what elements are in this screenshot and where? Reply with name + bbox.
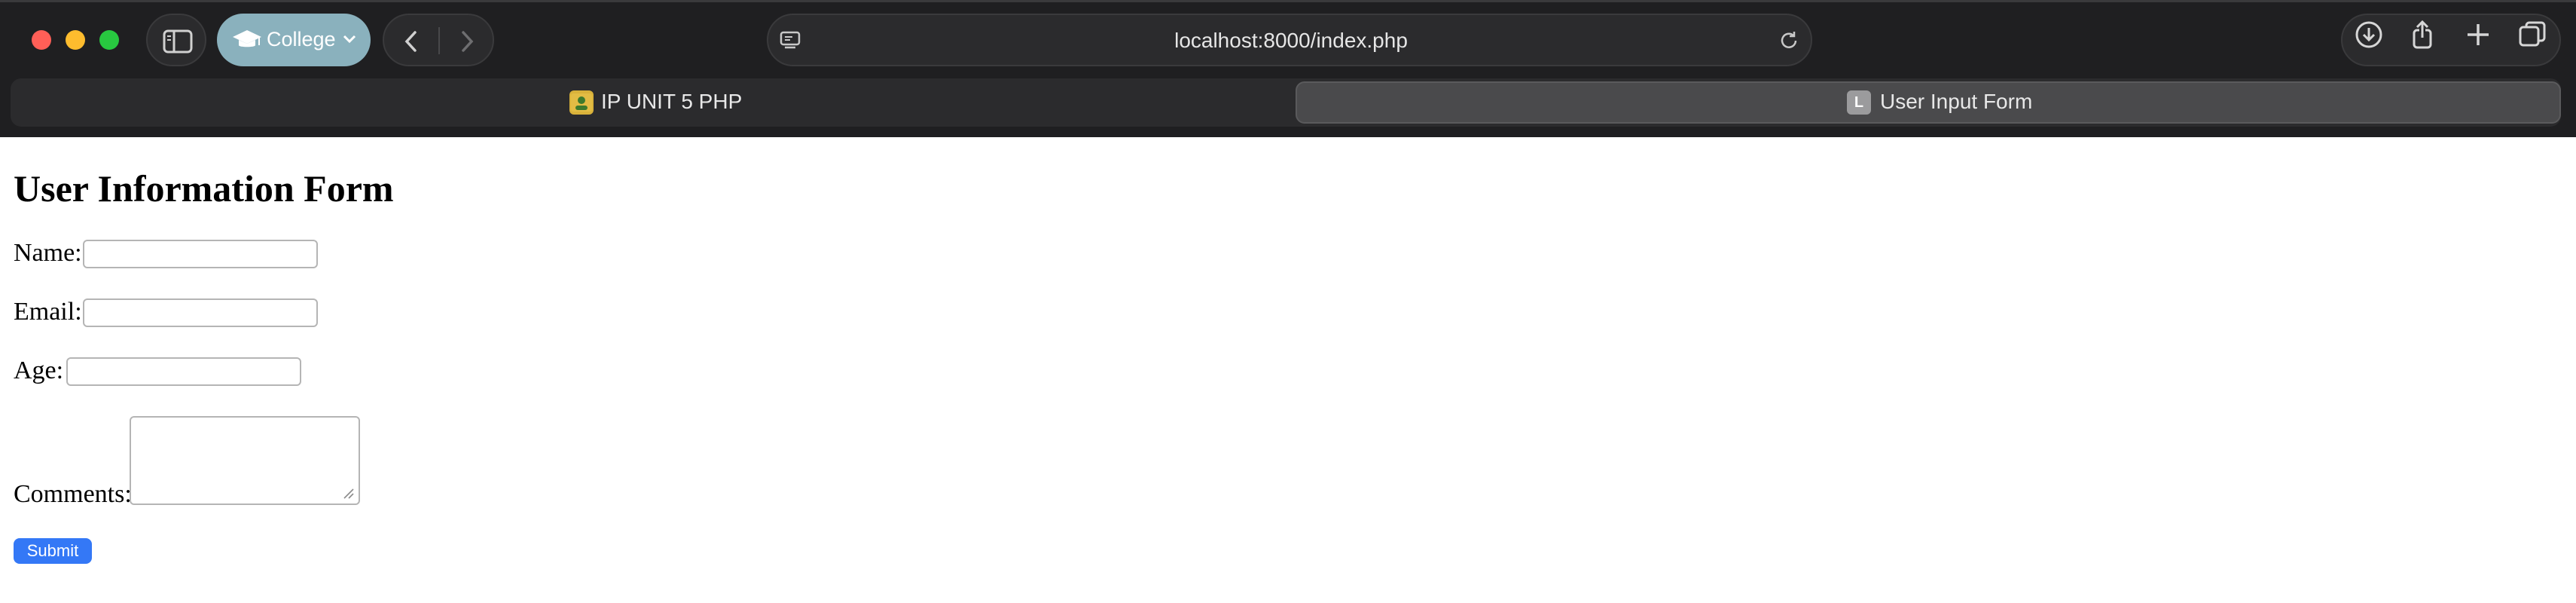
plus-icon[interactable] (2463, 20, 2493, 50)
window-top-edge (0, 0, 2576, 2)
profile-switcher-button[interactable]: College (217, 14, 371, 66)
close-window-button[interactable] (32, 30, 51, 50)
age-label: Age: (14, 357, 64, 384)
maximize-window-button[interactable] (99, 30, 119, 50)
browser-chrome: College localhost:8000/index.php IP UNIT… (0, 0, 2576, 137)
tab-title: User Input Form (1880, 90, 2033, 113)
graduation-cap-icon (233, 30, 261, 47)
reload-icon[interactable] (1778, 29, 1800, 52)
comments-textarea[interactable] (130, 416, 360, 505)
sidebar-toggle-button[interactable] (146, 14, 206, 66)
tab-ip-unit-5[interactable]: IP UNIT 5 PHP (11, 81, 1291, 124)
letter-favicon-icon: L (1847, 90, 1871, 115)
age-input[interactable] (66, 357, 301, 386)
chevron-down-icon (343, 35, 356, 44)
name-input[interactable] (83, 240, 318, 268)
address-url[interactable]: localhost:8000/index.php (768, 28, 1814, 54)
address-bar[interactable]: localhost:8000/index.php (767, 14, 1812, 66)
download-icon[interactable] (2354, 20, 2384, 50)
share-icon[interactable] (2407, 20, 2437, 50)
minimize-window-button[interactable] (66, 30, 85, 50)
back-arrow-icon[interactable] (399, 29, 425, 54)
tab-bar: IP UNIT 5 PHP L User Input Form (11, 78, 2561, 127)
email-input[interactable] (83, 298, 318, 327)
page-content: User Information Form Name: Email: Age: … (0, 137, 2576, 603)
tab-title: IP UNIT 5 PHP (601, 90, 743, 113)
resize-grip-icon[interactable] (342, 487, 354, 499)
email-label: Email: (14, 298, 82, 326)
tab-user-input-form[interactable]: L User Input Form (1296, 81, 2561, 124)
page-title: User Information Form (14, 167, 394, 210)
nav-divider (438, 27, 440, 54)
tab-overview-icon[interactable] (2517, 20, 2547, 50)
navigation-buttons (383, 14, 494, 66)
sidebar-icon (163, 29, 193, 54)
forward-arrow-icon[interactable] (453, 29, 479, 54)
picture-favicon-icon (569, 90, 594, 115)
comments-label: Comments: (14, 480, 132, 508)
name-label: Name: (14, 239, 82, 267)
profile-label: College (267, 28, 336, 51)
submit-button[interactable]: Submit (14, 538, 92, 564)
